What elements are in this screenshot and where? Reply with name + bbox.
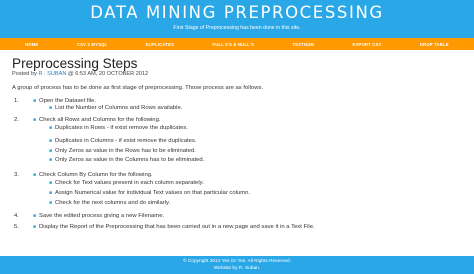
bullet-icon: ■ [49, 200, 53, 206]
list-item: ■ Assign Numerical value for individual T… [49, 190, 250, 196]
step-text: Check Column By Column for the following… [39, 172, 153, 178]
page: DATA MINING PREPROCESSING First Stage of… [0, 0, 474, 274]
nav-full-zeros-nulls[interactable]: FULL 0'S & NULL'S [213, 42, 255, 47]
bullet-icon: ■ [49, 157, 53, 163]
step-text: Save the edited process giving a new Fil… [39, 213, 165, 219]
list-item: ■ Open the Dataset file. [33, 98, 96, 104]
list-item: ■ Check Column By Column for the followin… [33, 172, 153, 178]
step-text: Duplicates in Rows - if exist remove the… [55, 125, 188, 131]
bullet-icon: ■ [33, 213, 37, 219]
site-subtitle: First Stage of Preprocessing has been do… [173, 25, 301, 31]
bullet-icon: ■ [33, 172, 37, 178]
copyright-text: © Copyright 2012 Yes Or Yes. All Rights … [182, 259, 292, 264]
list-item: ■ Display the Report of the Preprocessing… [33, 224, 315, 230]
bullet-icon: ■ [33, 98, 37, 104]
step-text: Only Zeros as value in the Rows has to b… [55, 148, 196, 154]
step-text: Check all Rows and Columns for the follo… [39, 117, 161, 123]
bullet-icon: ■ [49, 148, 53, 154]
list-item: ■ Duplicates in Columns - if exist remove… [49, 138, 196, 144]
intro-text: A group of process has to be done as fir… [12, 85, 264, 91]
step-number: 3. [14, 172, 19, 178]
page-title: Preprocessing Steps [12, 56, 138, 71]
bullet-icon: ■ [33, 224, 37, 230]
nav-bar: HOME CSV 2 MYSQL DUPLICATES FULL 0'S & N… [0, 38, 474, 50]
site-footer: © Copyright 2012 Yes Or Yes. All Rights … [0, 256, 474, 274]
list-item: ■ Save the edited process giving a new Fi… [33, 213, 164, 219]
nav-textnum[interactable]: TEXTNUM [292, 42, 314, 47]
nav-csv-2-mysql[interactable]: CSV 2 MYSQL [77, 42, 107, 47]
nav-drop-table[interactable]: DROP TABLE [420, 42, 449, 47]
bullet-icon: ■ [49, 180, 53, 186]
byline-date: @ 6:53 AM, 20 OCTOBER 2012 [66, 71, 149, 77]
step-text: Display the Report of the Preprocessing … [39, 224, 315, 230]
list-item: ■ Check for Text values present in each c… [49, 180, 204, 186]
byline-prefix: Posted by [12, 71, 39, 77]
bullet-icon: ■ [49, 105, 53, 111]
bullet-icon: ■ [49, 138, 53, 144]
list-item: ■ Check all Rows and Columns for the foll… [33, 117, 161, 123]
step-text: List the Number of Columns and Rows avai… [55, 105, 183, 111]
bullet-icon: ■ [33, 117, 37, 123]
step-text: Check for Text values present in each co… [55, 180, 204, 186]
step-number: 5. [14, 224, 19, 230]
author-link[interactable]: R . SUBAN [38, 71, 66, 77]
nav-export-csv[interactable]: EXPORT CSV [353, 42, 382, 47]
list-item: ■ List the Number of Columns and Rows ava… [49, 105, 182, 111]
nav-home[interactable]: HOME [25, 42, 38, 47]
credit-text: Website by R. Suban. [213, 266, 261, 271]
step-text: Assign Numerical value for individual Te… [55, 190, 251, 196]
bullet-icon: ■ [49, 190, 53, 196]
list-item: ■ Check for the next columns and do simil… [49, 200, 170, 206]
step-number: 2. [14, 117, 19, 123]
step-text: Check for the next columns and do simila… [55, 200, 171, 206]
step-number: 1. [14, 98, 19, 104]
list-item: ■ Only Zeros as value in the Columns has … [49, 157, 204, 163]
site-header: DATA MINING PREPROCESSING First Stage of… [0, 0, 474, 38]
list-item: ■ Duplicates in Rows - if exist remove th… [49, 125, 188, 131]
step-text: Only Zeros as value in the Columns has t… [55, 157, 205, 163]
nav-duplicates[interactable]: DUPLICATES [146, 42, 174, 47]
step-text: Open the Dataset file. [39, 98, 97, 104]
site-title: DATA MINING PREPROCESSING [90, 3, 384, 22]
post-byline: Posted by R . SUBAN @ 6:53 AM, 20 OCTOBE… [12, 71, 148, 77]
step-number: 4. [14, 213, 19, 219]
step-text: Duplicates in Columns - if exist remove … [55, 138, 197, 144]
list-item: ■ Only Zeros as value in the Rows has to … [49, 148, 196, 154]
bullet-icon: ■ [49, 125, 53, 131]
